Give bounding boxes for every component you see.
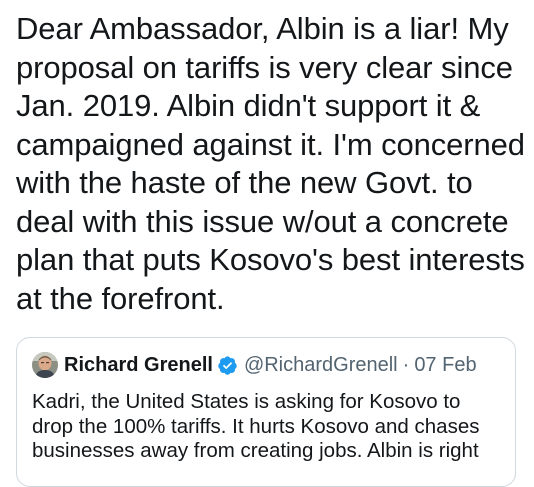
tweet-text-line: Dear Ambassador, Albin is a liar! My bbox=[16, 11, 509, 46]
tweet-text-line: Jan. 2019. Albin didn't support it & bbox=[16, 88, 481, 123]
tweet-text-line: campaigned against it. I'm concerned bbox=[16, 126, 525, 162]
tweet-text-line: at the forefront. bbox=[16, 280, 225, 316]
avatar[interactable] bbox=[32, 352, 58, 378]
quoted-text-line: drop the 100% tariffs. It hurts Kosovo a… bbox=[32, 414, 480, 438]
separator-dot: · bbox=[402, 353, 410, 376]
quoted-tweet-header: Richard Grenell @RichardGrenell · 07 Feb bbox=[32, 352, 477, 378]
quoted-tweet-date[interactable]: 07 Feb bbox=[414, 354, 476, 377]
verified-badge-icon bbox=[217, 355, 238, 376]
quoted-text-line: Kadri, the United States is asking for K… bbox=[32, 390, 461, 413]
tweet-text-line: with the haste of the new Govt. to bbox=[16, 165, 473, 200]
quoted-tweet-text: Kadri, the United States is asking for K… bbox=[32, 390, 512, 464]
tweet-text-line: deal with this issue w/out a concrete bbox=[16, 203, 509, 239]
tweet-text-line: plan that puts Kosovo's best interests bbox=[16, 242, 525, 277]
quoted-tweet-card[interactable]: Richard Grenell @RichardGrenell · 07 Feb… bbox=[16, 337, 516, 487]
tweet-text-line: proposal on tariffs is very clear since bbox=[16, 49, 513, 85]
quoted-author-name[interactable]: Richard Grenell bbox=[64, 354, 213, 377]
quoted-text-line: businesses away from creating jobs. Albi… bbox=[32, 439, 479, 462]
quoted-author-handle[interactable]: @RichardGrenell bbox=[244, 354, 398, 377]
tweet-text: Dear Ambassador, Albin is a liar! My pro… bbox=[16, 10, 528, 318]
